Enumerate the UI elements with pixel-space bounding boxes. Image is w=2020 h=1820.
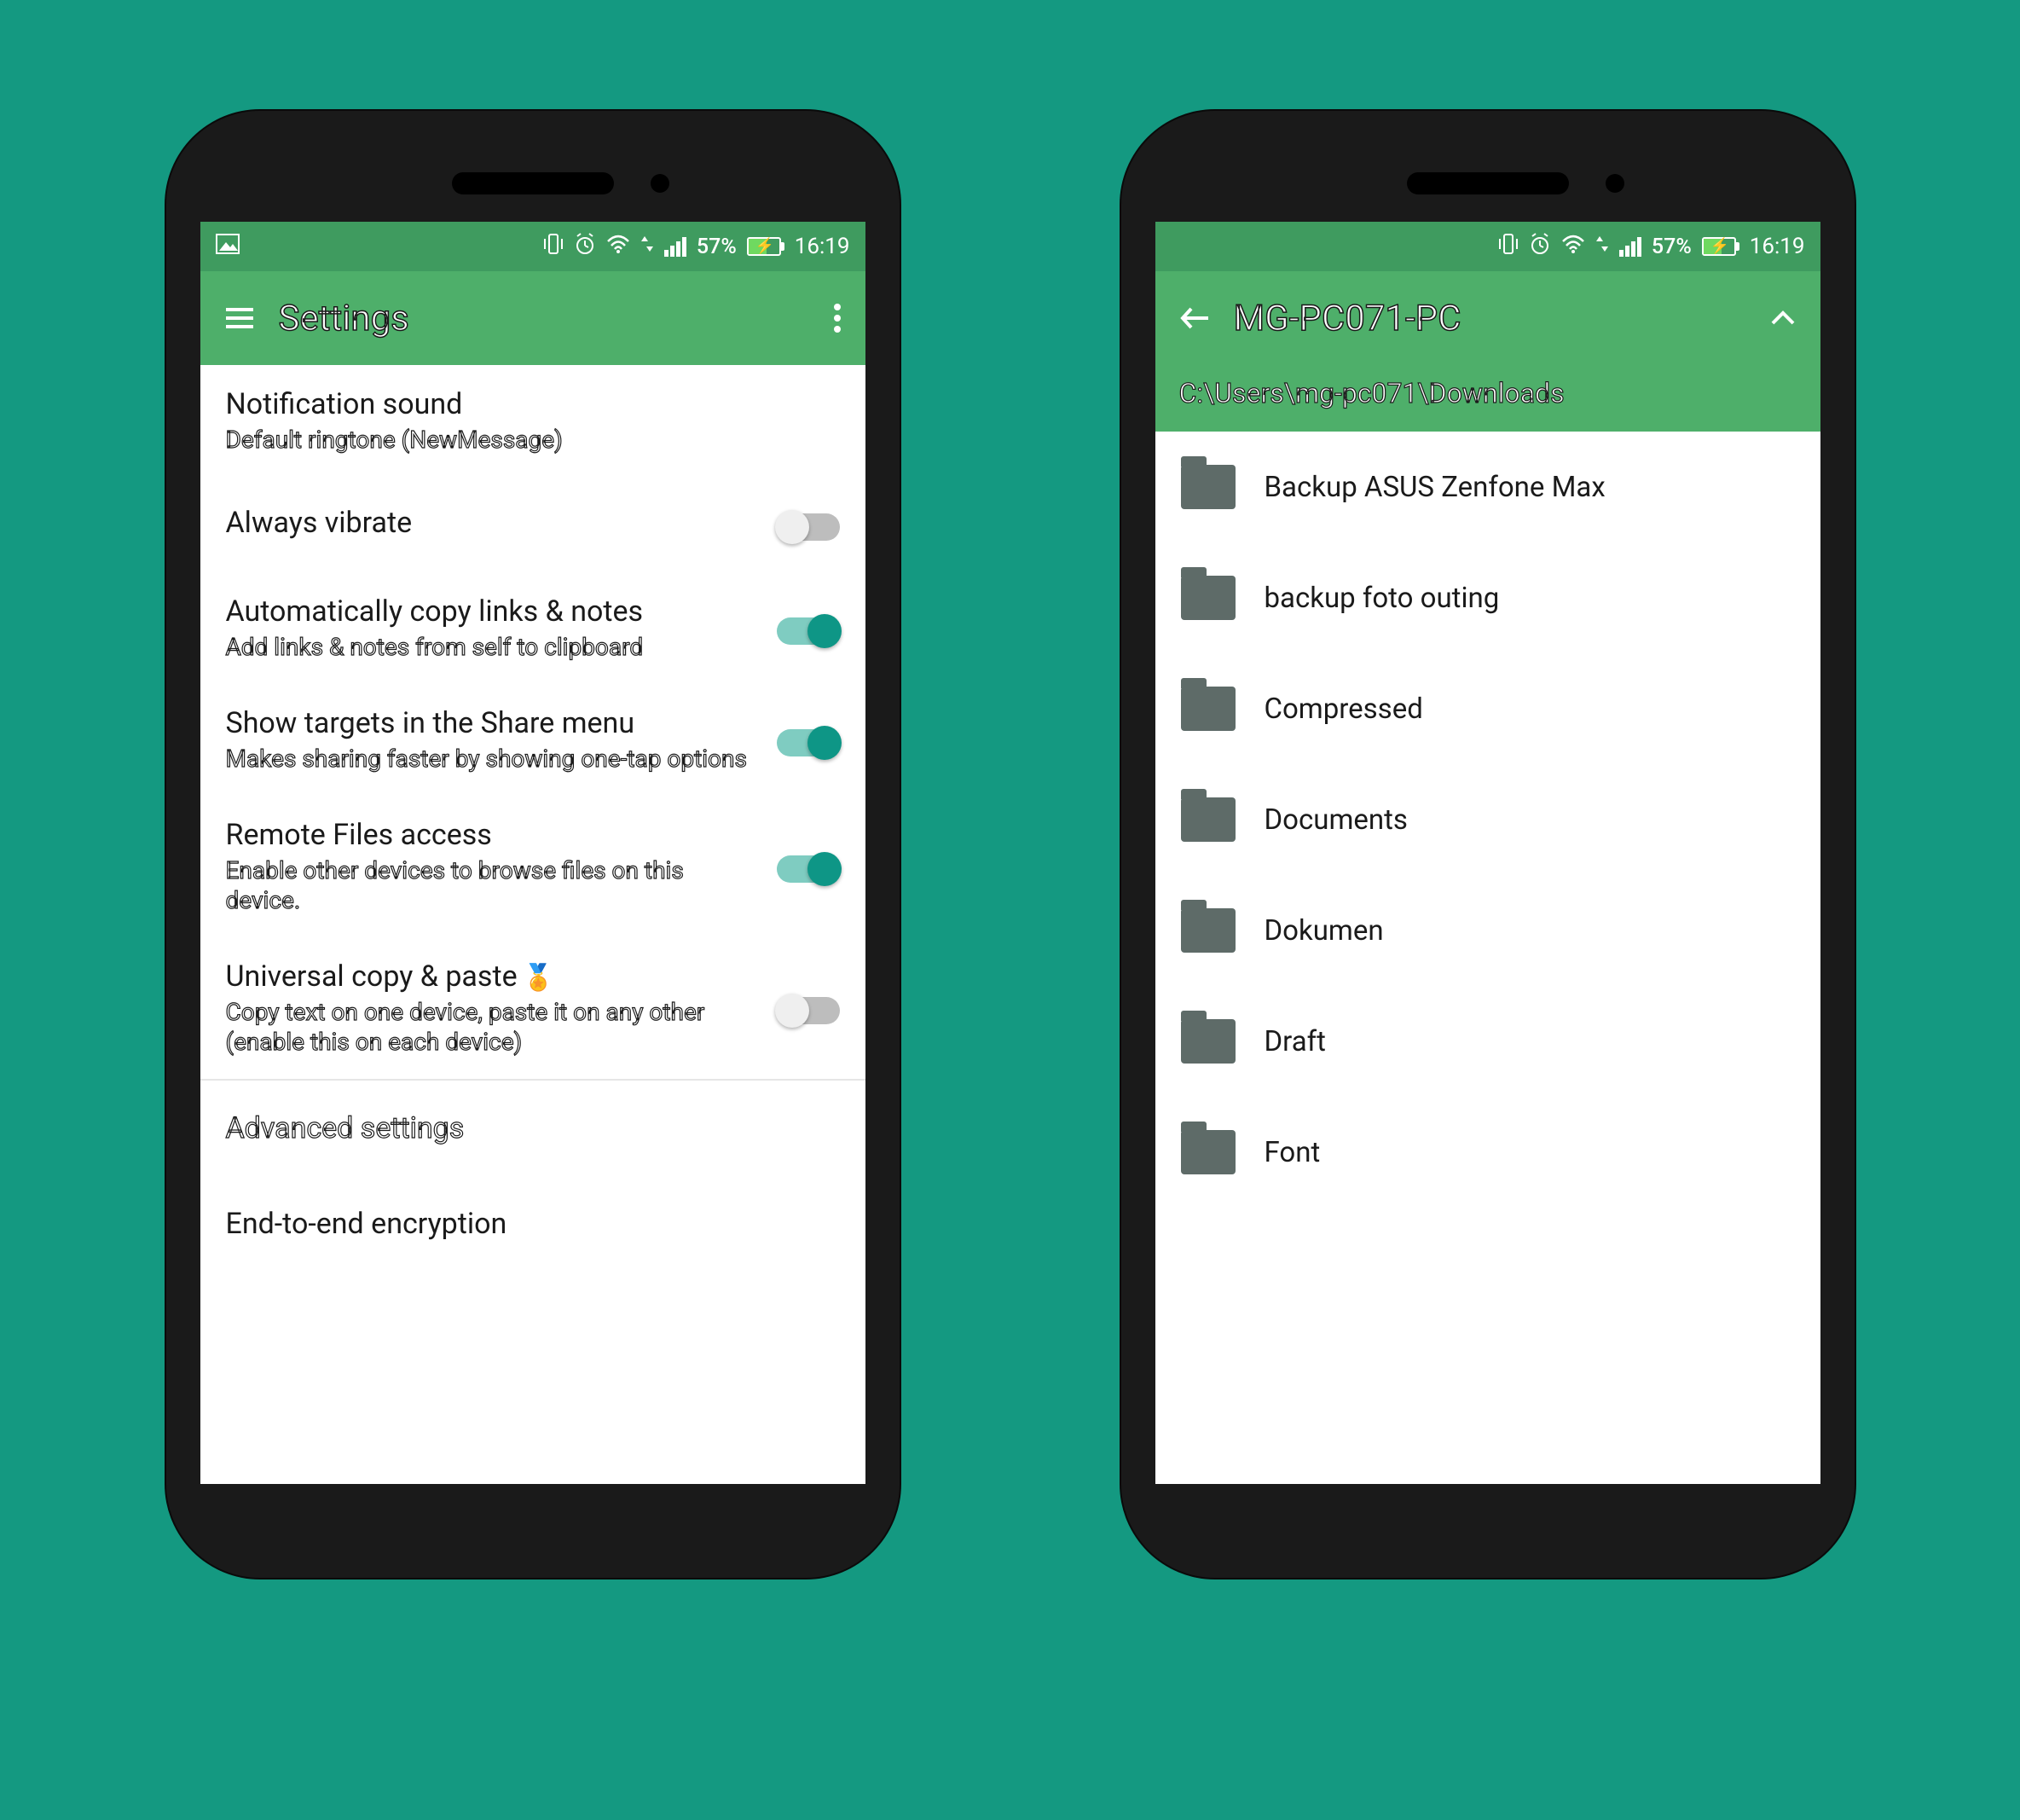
battery-percent: 57% xyxy=(697,235,737,259)
setting-subtitle: Add links & notes from self to clipboard xyxy=(226,632,760,662)
setting-remote-files[interactable]: Remote Files access Enable other devices… xyxy=(200,796,865,937)
screen-settings: 57% ⚡ 16:19 Settings Notification sound … xyxy=(200,222,865,1484)
battery-charging-icon: ⚡ xyxy=(747,237,781,256)
folder-label: backup foto outing xyxy=(1265,582,1500,615)
page-title: Settings xyxy=(279,298,809,339)
front-camera xyxy=(1606,174,1624,193)
more-vert-icon[interactable] xyxy=(833,303,842,333)
setting-title: Remote Files access xyxy=(226,818,760,852)
battery-charging-icon: ⚡ xyxy=(1702,237,1736,256)
folder-row[interactable]: Documents xyxy=(1155,764,1820,875)
phone-bezel-top xyxy=(200,145,865,222)
status-time: 16:19 xyxy=(1750,234,1805,259)
setting-auto-copy-links[interactable]: Automatically copy links & notes Add lin… xyxy=(200,572,865,684)
wifi-icon xyxy=(606,234,630,259)
picture-notification-icon xyxy=(216,234,240,260)
app-bar-files: MG-PC071-PC xyxy=(1155,271,1820,365)
back-arrow-icon[interactable] xyxy=(1179,305,1210,331)
status-bar: 57% ⚡ 16:19 xyxy=(1155,222,1820,271)
status-bar: 57% ⚡ 16:19 xyxy=(200,222,865,271)
folder-row[interactable]: Backup ASUS Zenfone Max xyxy=(1155,432,1820,542)
alarm-icon xyxy=(1529,233,1551,261)
setting-always-vibrate[interactable]: Always vibrate xyxy=(200,477,865,572)
folder-label: Dokumen xyxy=(1265,914,1384,948)
setting-universal-copy[interactable]: Universal copy & paste🏅 Copy text on one… xyxy=(200,937,865,1079)
speaker-grill xyxy=(452,172,614,194)
setting-notification-sound[interactable]: Notification sound Default ringtone (New… xyxy=(200,365,865,477)
setting-subtitle: Makes sharing faster by showing one-tap … xyxy=(226,744,760,774)
hamburger-icon[interactable] xyxy=(224,306,255,330)
folder-icon xyxy=(1181,687,1236,731)
front-camera xyxy=(651,174,669,193)
folder-row[interactable]: Compressed xyxy=(1155,653,1820,764)
signal-icon xyxy=(664,237,686,257)
toggle-auto-copy-links[interactable] xyxy=(777,617,840,645)
folder-row[interactable]: Font xyxy=(1155,1097,1820,1208)
alarm-icon xyxy=(574,233,596,261)
settings-list: Notification sound Default ringtone (New… xyxy=(200,365,865,1272)
toggle-share-targets[interactable] xyxy=(777,729,840,756)
page-title: MG-PC071-PC xyxy=(1234,298,1745,339)
folder-icon xyxy=(1181,1019,1236,1064)
setting-title: Notification sound xyxy=(226,387,840,421)
folder-label: Documents xyxy=(1265,803,1408,837)
phone-mockup-settings: 57% ⚡ 16:19 Settings Notification sound … xyxy=(166,111,900,1578)
folder-row[interactable]: Draft xyxy=(1155,986,1820,1097)
toggle-universal-copy[interactable] xyxy=(777,997,840,1024)
folder-icon xyxy=(1181,908,1236,953)
folder-icon xyxy=(1181,576,1236,620)
data-arrows-icon xyxy=(1595,234,1609,259)
folder-row[interactable]: Dokumen xyxy=(1155,875,1820,986)
setting-subtitle: Enable other devices to browse files on … xyxy=(226,855,760,915)
chevron-up-icon[interactable] xyxy=(1769,310,1797,327)
folder-label: Font xyxy=(1265,1136,1321,1169)
speaker-grill xyxy=(1407,172,1569,194)
folder-label: Backup ASUS Zenfone Max xyxy=(1265,471,1606,504)
folder-icon xyxy=(1181,465,1236,509)
phone-bezel-top xyxy=(1155,145,1820,222)
folder-icon xyxy=(1181,1130,1236,1174)
folder-label: Draft xyxy=(1265,1025,1326,1058)
vibrate-icon xyxy=(543,233,564,261)
setting-share-targets[interactable]: Show targets in the Share menu Makes sha… xyxy=(200,684,865,796)
folder-list: Backup ASUS Zenfone Max backup foto outi… xyxy=(1155,432,1820,1208)
setting-title: Always vibrate xyxy=(226,506,760,540)
setting-subtitle: Copy text on one device, paste it on any… xyxy=(226,997,760,1057)
setting-advanced[interactable]: Advanced settings xyxy=(200,1081,865,1176)
setting-title: Universal copy & paste🏅 xyxy=(226,959,760,994)
setting-title: Show targets in the Share menu xyxy=(226,706,760,740)
folder-label: Compressed xyxy=(1265,693,1423,726)
folder-row[interactable]: backup foto outing xyxy=(1155,542,1820,653)
phone-mockup-files: 57% ⚡ 16:19 MG-PC071-PC C:\Users\mg-pc07… xyxy=(1121,111,1855,1578)
setting-subtitle: Default ringtone (NewMessage) xyxy=(226,425,840,455)
toggle-remote-files[interactable] xyxy=(777,855,840,883)
data-arrows-icon xyxy=(640,234,654,259)
setting-e2e-encryption[interactable]: End-to-end encryption xyxy=(200,1176,865,1272)
screen-files: 57% ⚡ 16:19 MG-PC071-PC C:\Users\mg-pc07… xyxy=(1155,222,1820,1484)
breadcrumb-path[interactable]: C:\Users\mg-pc071\Downloads xyxy=(1155,365,1820,432)
signal-icon xyxy=(1619,237,1641,257)
setting-title: Automatically copy links & notes xyxy=(226,594,760,629)
battery-percent: 57% xyxy=(1652,235,1692,259)
folder-icon xyxy=(1181,797,1236,842)
premium-badge-icon: 🏅 xyxy=(523,963,554,993)
toggle-always-vibrate[interactable] xyxy=(777,513,840,541)
status-time: 16:19 xyxy=(795,234,850,259)
app-bar-settings: Settings xyxy=(200,271,865,365)
vibrate-icon xyxy=(1498,233,1519,261)
wifi-icon xyxy=(1561,234,1585,259)
